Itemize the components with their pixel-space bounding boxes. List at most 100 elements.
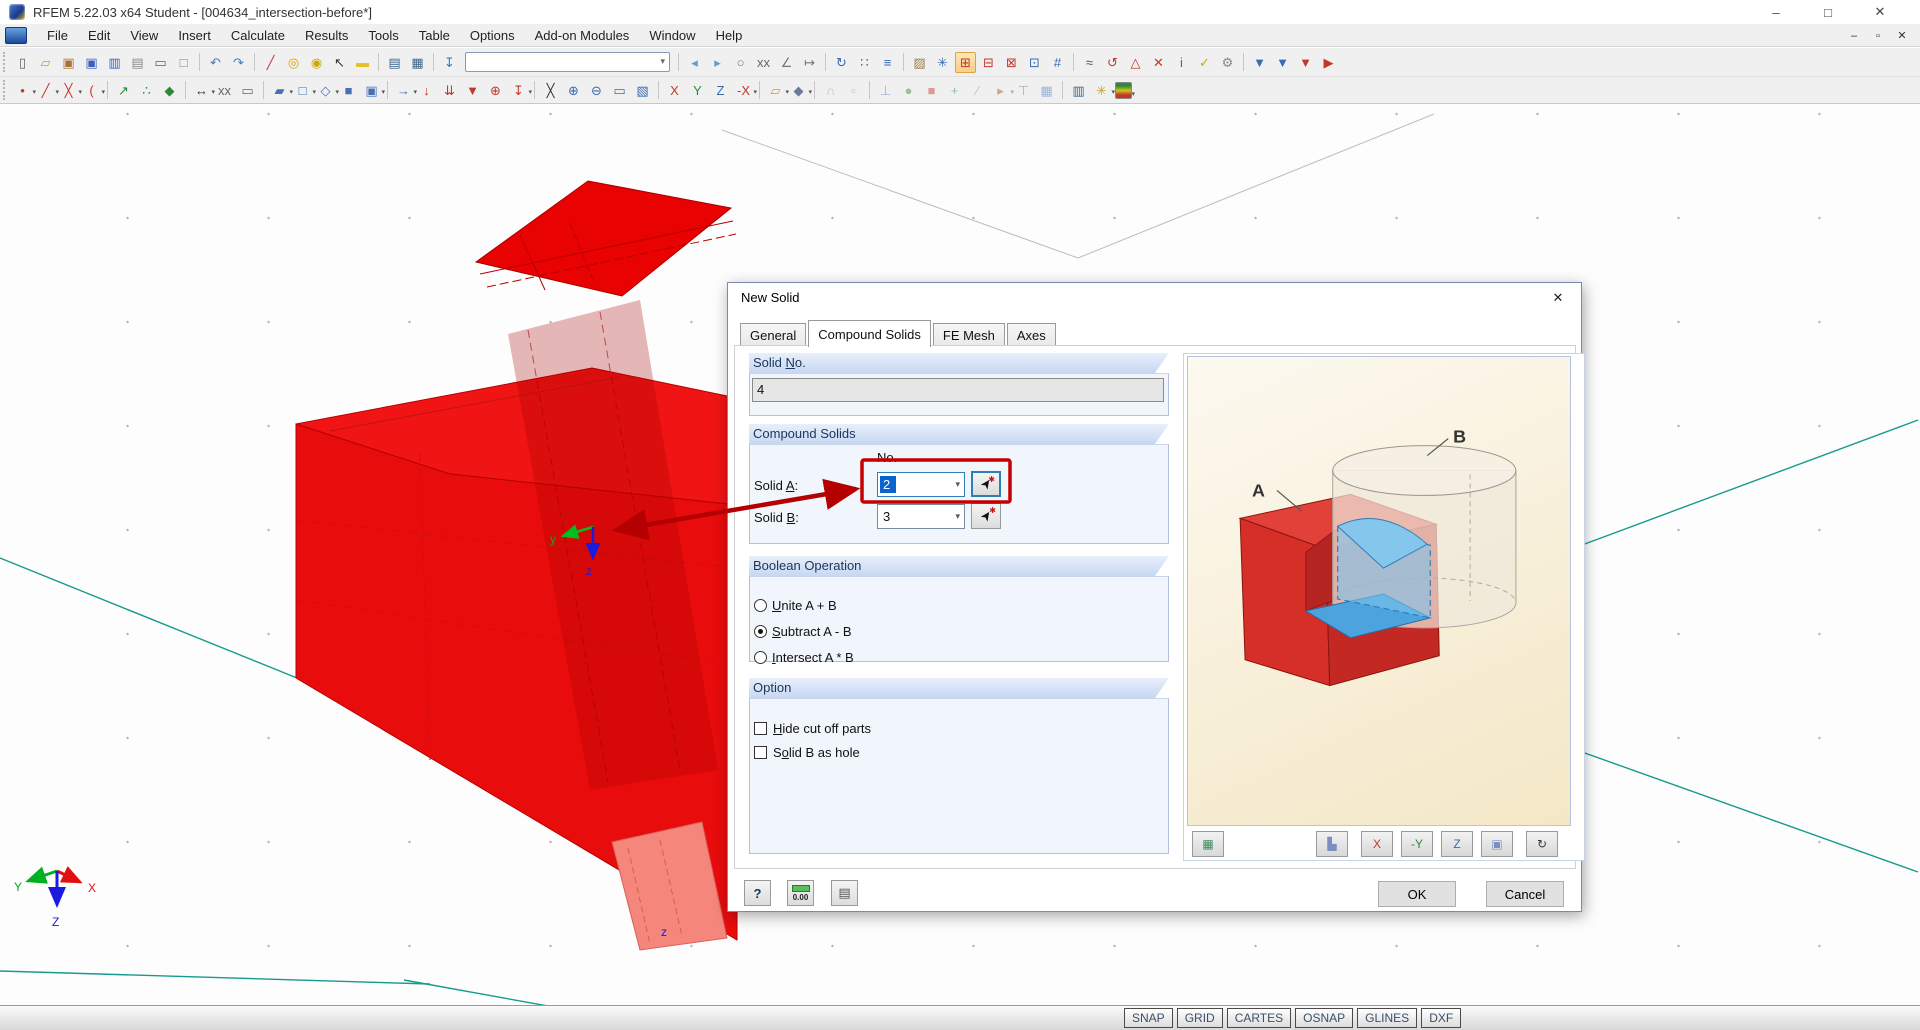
connect-members-icon[interactable]: # [1047, 52, 1068, 73]
zoom-out-icon[interactable]: ⊖ [586, 80, 607, 101]
check-hide-cut-off-parts[interactable]: Hide cut off parts [754, 720, 871, 736]
menu-tools[interactable]: Tools [358, 25, 408, 46]
load-solid-icon[interactable]: ⊕ [485, 80, 506, 101]
user-solid-icon[interactable]: ◆ [788, 80, 809, 101]
dialog-close-icon[interactable]: ✕ [1545, 288, 1571, 308]
menu-window[interactable]: Window [639, 25, 705, 46]
zoom-in-icon[interactable]: ⊕ [563, 80, 584, 101]
radio-icon[interactable] [754, 625, 767, 638]
new-node-icon[interactable]: • [12, 80, 33, 101]
separator[interactable] [1070, 52, 1077, 73]
wireframe-model-icon[interactable]: ∩ [820, 80, 841, 101]
separator[interactable] [900, 52, 907, 73]
separator[interactable] [756, 80, 763, 101]
preview-view-x-button[interactable]: X [1361, 831, 1393, 857]
comment-note-icon[interactable]: ▬ [352, 52, 373, 73]
menu-calculate[interactable]: Calculate [221, 25, 295, 46]
display-properties-icon[interactable]: ✳ [1091, 80, 1112, 101]
check-model-icon[interactable]: ✓ [1194, 52, 1215, 73]
redo-icon[interactable]: ↷ [228, 52, 249, 73]
menu-results[interactable]: Results [295, 25, 358, 46]
statusbar-cartes[interactable]: CARTES [1227, 1008, 1291, 1028]
separator[interactable] [1240, 52, 1247, 73]
result-diagram-icon[interactable]: ⊥ [875, 80, 896, 101]
new-fold-icon[interactable]: ◇ [315, 80, 336, 101]
window-minimize-button[interactable]: – [1750, 0, 1802, 24]
separator[interactable] [655, 80, 662, 101]
deselect-icon[interactable]: ╳ [540, 80, 561, 101]
window-close-button[interactable]: ✕ [1854, 0, 1906, 24]
view-x-icon[interactable]: X [664, 80, 685, 101]
new-surface-icon[interactable]: ▰ [269, 80, 290, 101]
save-icon[interactable]: ▥ [104, 52, 125, 73]
menu-view[interactable]: View [120, 25, 168, 46]
measure-xx-icon[interactable]: xx [753, 52, 774, 73]
undo-icon[interactable]: ↶ [205, 52, 226, 73]
insert-load-window-icon[interactable]: ▼ [1295, 52, 1316, 73]
result-values-icon[interactable]: + [944, 80, 965, 101]
load-surface-icon[interactable]: ▼ [462, 80, 483, 101]
spreadsheet-icon[interactable]: ▦ [407, 52, 428, 73]
radio-icon[interactable] [754, 599, 767, 612]
color-scale-icon[interactable]: ▮ [1115, 82, 1132, 99]
menu-edit[interactable]: Edit [78, 25, 120, 46]
new-opening-icon[interactable]: □ [292, 80, 313, 101]
measure-angle-icon[interactable]: ∠ [776, 52, 797, 73]
edit-polyline-icon[interactable]: ╱ [260, 52, 281, 73]
clipboard-icon[interactable]: ▤ [127, 52, 148, 73]
new-line-icon[interactable]: ╱ [35, 80, 56, 101]
separator[interactable] [251, 52, 258, 73]
statusbar-osnap[interactable]: OSNAP [1295, 1008, 1353, 1028]
load-line-icon[interactable]: ⇊ [439, 80, 460, 101]
dialog-units-button[interactable]: 0.00 [787, 880, 814, 906]
solid-number-combobox[interactable]: 3 ▾ [877, 504, 965, 529]
import-model-icon[interactable]: ▣ [58, 52, 79, 73]
separator[interactable] [384, 80, 391, 101]
statusbar-glines[interactable]: GLINES [1357, 1008, 1417, 1028]
separator[interactable] [811, 80, 818, 101]
radio-subtract[interactable]: Subtract A - B [754, 623, 852, 639]
dialog-help-button[interactable]: ? [744, 880, 771, 906]
preview-view-isometric-button[interactable]: ▣ [1481, 831, 1513, 857]
abacus-icon[interactable]: ≡ [877, 52, 898, 73]
mesh-refine-icon[interactable]: ✳ [932, 52, 953, 73]
tab-compound-solids[interactable]: Compound Solids [808, 320, 931, 347]
result-section-icon[interactable]: ⊤ [1013, 80, 1034, 101]
tab-general[interactable]: General [740, 323, 806, 347]
dimension-xx-icon[interactable]: xx [214, 80, 235, 101]
print-preview-icon[interactable]: □ [173, 52, 194, 73]
solid-3-slab[interactable] [476, 181, 736, 296]
menu-help[interactable]: Help [706, 25, 753, 46]
cancel-button[interactable]: Cancel [1486, 881, 1564, 907]
mdi-close-button[interactable]: ✕ [1890, 24, 1914, 47]
radio-unite[interactable]: Unite A + B [754, 597, 837, 613]
zoom-iso-icon[interactable]: ▧ [632, 80, 653, 101]
result-smooth-icon[interactable]: ∕ [967, 80, 988, 101]
menu-options[interactable]: Options [460, 25, 525, 46]
menu-file[interactable]: File [37, 25, 78, 46]
separator[interactable] [866, 80, 873, 101]
rotate-entity-icon[interactable]: ↺ [1102, 52, 1123, 73]
print-icon[interactable]: ▭ [150, 52, 171, 73]
export-model-icon[interactable]: ▣ [81, 52, 102, 73]
array-solid-icon[interactable]: ⊡ [1024, 52, 1045, 73]
insert-node-window-icon[interactable]: ▼ [1249, 52, 1270, 73]
result-surface-icon[interactable]: ● [898, 80, 919, 101]
separator[interactable] [104, 80, 111, 101]
object-info-icon[interactable]: i [1171, 52, 1192, 73]
separator[interactable] [531, 80, 538, 101]
separator[interactable] [822, 52, 829, 73]
menu-insert[interactable]: Insert [168, 25, 221, 46]
separator[interactable] [375, 52, 382, 73]
mirror-solid-icon[interactable]: ⊠ [1001, 52, 1022, 73]
preview-view-plane-button[interactable]: ▙ [1316, 831, 1348, 857]
snap-settings-icon[interactable]: ↧ [439, 52, 460, 73]
new-member-icon[interactable]: ↗ [113, 80, 134, 101]
load-node-icon[interactable]: ↓ [416, 80, 437, 101]
insert-line-window-icon[interactable]: ▼ [1272, 52, 1293, 73]
move-node-icon[interactable]: → [393, 80, 414, 101]
tab-fe-mesh[interactable]: FE Mesh [933, 323, 1005, 347]
preview-view-minus-y-button[interactable]: -Y [1401, 831, 1433, 857]
separator[interactable] [675, 52, 682, 73]
separator[interactable] [260, 80, 267, 101]
